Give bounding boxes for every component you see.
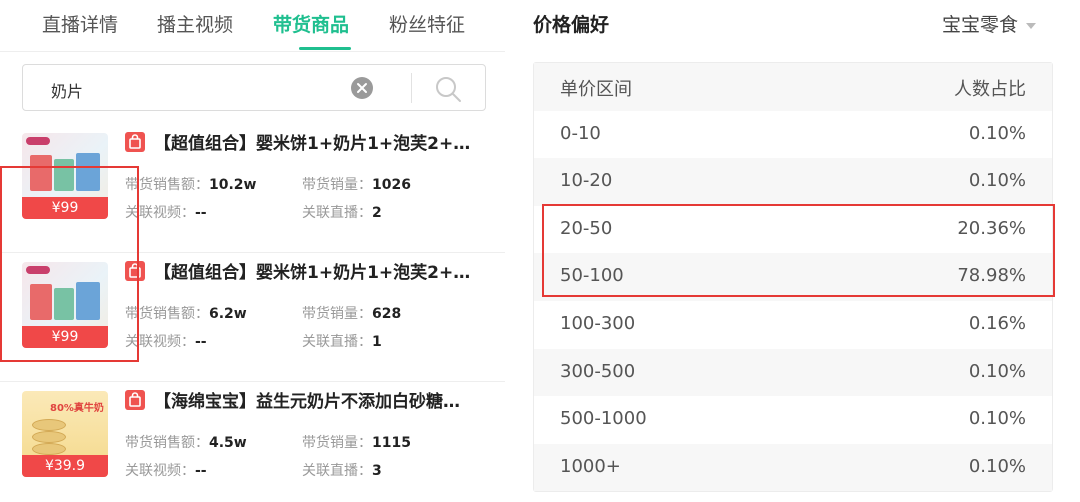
people-ratio: 0.10%	[968, 360, 1026, 382]
sales-amount: 带货销售额：4.5w	[125, 435, 247, 451]
price-preference-panel: 价格偏好 宝宝零食 单价区间 人数占比 0-10 0.10% 10-20 0.1…	[505, 0, 1080, 502]
product-title[interactable]: 【海绵宝宝】益生元奶片不添加白砂糖…	[154, 387, 484, 412]
sales-volume: 带货销量：628	[302, 306, 402, 322]
sales-amount: 带货销售额：10.2w	[125, 177, 257, 193]
product-panel: 直播详情 播主视频 带货商品 粉丝特征 奶片 ¥99 【超值组合】婴米饼1+奶片…	[0, 0, 505, 502]
clear-icon[interactable]	[351, 77, 373, 99]
search-divider	[411, 73, 412, 103]
people-ratio: 0.16%	[968, 313, 1026, 334]
product-price: ¥39.9	[22, 455, 108, 477]
table-row: 300-500 0.10%	[534, 348, 1052, 397]
shopping-bag-icon	[125, 261, 145, 281]
product-thumbnail[interactable]: ¥99	[22, 262, 108, 348]
people-ratio: 0.10%	[968, 455, 1026, 477]
table-row: 20-50 20.36%	[534, 206, 1052, 254]
linked-lives: 关联直播：3	[302, 463, 382, 479]
section-title: 价格偏好	[533, 14, 610, 36]
table-row: 10-20 0.10%	[534, 158, 1052, 206]
tab-products[interactable]: 带货商品	[273, 10, 349, 37]
product-title[interactable]: 【超值组合】婴米饼1+奶片1+泡芙2+…	[154, 258, 484, 283]
category-dropdown[interactable]: 宝宝零食	[942, 10, 1036, 37]
product-item[interactable]: ¥99 【超值组合】婴米饼1+奶片1+泡芙2+… 带货销售额：10.2w 带货销…	[0, 125, 505, 253]
table-row: 500-1000 0.10%	[534, 396, 1052, 444]
table-row: 100-300 0.16%	[534, 301, 1052, 349]
sales-volume: 带货销量：1115	[302, 435, 411, 451]
price-range: 50-100	[560, 265, 624, 287]
product-price: ¥99	[22, 326, 108, 348]
linked-lives: 关联直播：1	[302, 334, 382, 350]
sales-amount: 带货销售额：6.2w	[125, 306, 247, 322]
price-range: 500-1000	[560, 408, 647, 430]
people-ratio: 0.10%	[968, 170, 1026, 192]
tab-anchor-videos[interactable]: 播主视频	[157, 10, 233, 37]
people-ratio: 0.10%	[968, 122, 1026, 144]
table-row: 50-100 78.98%	[534, 253, 1052, 301]
people-ratio: 20.36%	[957, 217, 1026, 239]
price-range: 300-500	[560, 360, 636, 382]
linked-videos: 关联视频：--	[125, 205, 207, 221]
price-table: 单价区间 人数占比 0-10 0.10% 10-20 0.10% 20-50 2…	[533, 62, 1053, 492]
table-row: 0-10 0.10%	[534, 111, 1052, 159]
product-price: ¥99	[22, 197, 108, 219]
thumbnail-tag: 80%真牛奶	[50, 403, 104, 414]
product-item[interactable]: 80%真牛奶 ¥39.9 【海绵宝宝】益生元奶片不添加白砂糖… 带货销售额：4.…	[0, 383, 505, 502]
product-thumbnail[interactable]: 80%真牛奶 ¥39.9	[22, 391, 108, 477]
search-icon[interactable]	[433, 74, 463, 104]
price-range: 1000+	[560, 455, 621, 477]
price-range: 100-300	[560, 313, 636, 334]
product-thumbnail[interactable]: ¥99	[22, 133, 108, 219]
linked-videos: 关联视频：--	[125, 463, 207, 479]
price-range: 20-50	[560, 217, 613, 239]
category-dropdown-value: 宝宝零食	[941, 14, 1018, 36]
table-row: 1000+ 0.10%	[534, 443, 1052, 492]
linked-lives: 关联直播：2	[302, 205, 382, 221]
search-input[interactable]: 奶片	[51, 78, 83, 102]
tab-bar: 直播详情 播主视频 带货商品 粉丝特征	[0, 0, 505, 52]
column-header-ratio: 人数占比	[954, 79, 1026, 100]
shopping-bag-icon	[125, 390, 145, 410]
people-ratio: 0.10%	[968, 408, 1026, 430]
caret-down-icon	[1026, 22, 1036, 29]
shopping-bag-icon	[125, 132, 145, 152]
product-title[interactable]: 【超值组合】婴米饼1+奶片1+泡芙2+…	[154, 129, 484, 154]
tab-fan-features[interactable]: 粉丝特征	[389, 10, 465, 37]
product-item[interactable]: ¥99 【超值组合】婴米饼1+奶片1+泡芙2+… 带货销售额：6.2w 带货销量…	[0, 254, 505, 382]
people-ratio: 78.98%	[957, 265, 1026, 287]
product-search-box: 奶片	[22, 64, 486, 111]
column-header-range: 单价区间	[560, 79, 632, 100]
price-range: 0-10	[560, 122, 601, 144]
sales-volume: 带货销量：1026	[302, 177, 411, 193]
table-header: 单价区间 人数占比	[534, 63, 1052, 111]
tab-live-details[interactable]: 直播详情	[42, 10, 118, 37]
linked-videos: 关联视频：--	[125, 334, 207, 350]
active-tab-indicator	[299, 47, 351, 50]
price-range: 10-20	[560, 170, 613, 192]
